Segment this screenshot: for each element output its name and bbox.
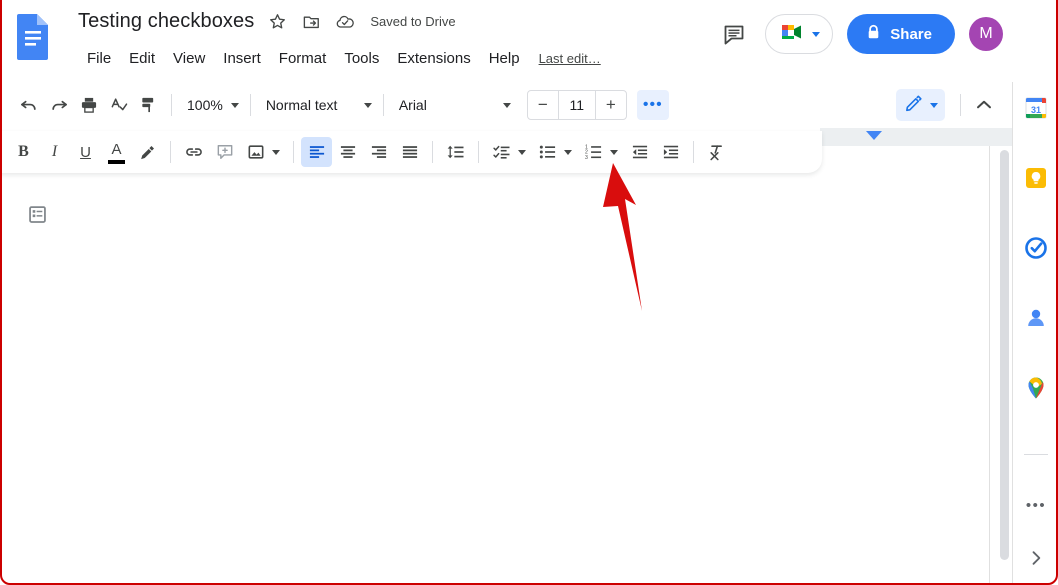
decrease-indent-button[interactable] (624, 137, 655, 167)
chevron-down-icon[interactable] (930, 103, 938, 108)
document-title[interactable]: Testing checkboxes (78, 10, 254, 33)
apps-sidebar: 31 (1012, 82, 1058, 585)
font-family-control[interactable]: Arial (391, 90, 515, 120)
chevron-down-icon (364, 103, 372, 108)
italic-button[interactable]: I (39, 137, 70, 167)
format-toolbar: B I U A (0, 131, 822, 173)
google-calendar-icon[interactable]: 31 (1022, 94, 1050, 122)
font-size-increase-button[interactable]: + (596, 91, 626, 119)
user-avatar[interactable]: M (969, 17, 1003, 51)
indent-marker-icon[interactable] (866, 131, 882, 140)
italic-label: I (52, 143, 57, 161)
comment-history-icon[interactable] (717, 17, 751, 51)
google-contacts-icon[interactable] (1022, 304, 1050, 332)
align-left-button[interactable] (301, 137, 332, 167)
text-color-label: A (111, 141, 121, 158)
numbered-list-chevron-down-icon[interactable] (610, 150, 618, 155)
share-label: Share (890, 26, 932, 43)
star-icon[interactable] (266, 11, 288, 33)
cloud-saved-icon[interactable] (334, 11, 356, 33)
menu-format[interactable]: Format (270, 48, 336, 69)
bulleted-list-chevron-down-icon[interactable] (564, 150, 572, 155)
paragraph-style-value: Normal text (266, 97, 338, 113)
google-meet-button[interactable] (765, 14, 833, 54)
checklist-button[interactable] (486, 137, 517, 167)
font-size-decrease-button[interactable]: − (528, 91, 558, 119)
menu-extensions[interactable]: Extensions (388, 48, 479, 69)
last-edit-link[interactable]: Last edit… (539, 51, 601, 66)
menu-bar: File Edit View Insert Format Tools Exten… (78, 48, 601, 69)
bold-label: B (18, 143, 29, 161)
zoom-control[interactable]: 100% (179, 90, 243, 120)
underline-label: U (80, 144, 91, 161)
numbered-list-button[interactable]: 1 2 3 (578, 137, 609, 167)
sidebar-more-button[interactable]: ••• (1022, 494, 1050, 516)
insert-image-button[interactable] (240, 137, 271, 167)
menu-file[interactable]: File (78, 48, 120, 69)
font-size-input[interactable]: 11 (558, 91, 596, 119)
google-maps-icon[interactable] (1022, 374, 1050, 402)
chevron-down-icon[interactable] (812, 32, 820, 37)
menu-view[interactable]: View (164, 48, 214, 69)
increase-indent-button[interactable] (655, 137, 686, 167)
bulleted-list-button[interactable] (532, 137, 563, 167)
underline-button[interactable]: U (70, 137, 101, 167)
align-center-button[interactable] (332, 137, 363, 167)
insert-link-button[interactable] (178, 137, 209, 167)
highlight-color-button[interactable] (132, 137, 163, 167)
text-color-button[interactable]: A (101, 137, 132, 167)
sidebar-expand-button[interactable] (1022, 544, 1050, 572)
save-status-text: Saved to Drive (370, 14, 455, 29)
checklist-chevron-down-icon[interactable] (518, 150, 526, 155)
document-canvas (0, 128, 1012, 585)
google-meet-icon (779, 21, 805, 48)
more-toolbar-options-button[interactable]: ••• (637, 90, 669, 120)
paint-format-icon[interactable] (134, 90, 164, 120)
document-outline-icon[interactable] (25, 202, 49, 226)
bold-button[interactable]: B (8, 137, 39, 167)
google-tasks-icon[interactable] (1022, 234, 1050, 262)
align-right-button[interactable] (363, 137, 394, 167)
title-row: Testing checkboxes Saved to Drive (78, 10, 456, 33)
clear-formatting-button[interactable] (701, 137, 732, 167)
menu-edit[interactable]: Edit (120, 48, 164, 69)
pencil-icon (904, 93, 924, 118)
move-to-folder-icon[interactable] (300, 11, 322, 33)
collapse-toolbar-button[interactable] (968, 89, 1000, 121)
text-color-swatch (108, 160, 125, 164)
insert-image-chevron-down-icon[interactable] (272, 150, 280, 155)
share-button[interactable]: Share (847, 14, 955, 54)
docs-logo-icon[interactable] (14, 12, 52, 62)
header-bar: Testing checkboxes Saved to Drive (0, 0, 1012, 82)
document-scrollbar[interactable] (998, 146, 1010, 585)
google-keep-icon[interactable] (1022, 164, 1050, 192)
header-actions: Share M (717, 14, 1012, 54)
align-justify-button[interactable] (394, 137, 425, 167)
menu-tools[interactable]: Tools (335, 48, 388, 69)
sidebar-divider (1024, 454, 1048, 455)
google-docs-window: Testing checkboxes Saved to Drive (0, 0, 1058, 585)
menu-insert[interactable]: Insert (214, 48, 270, 69)
spellcheck-icon[interactable] (104, 90, 134, 120)
add-comment-button[interactable] (209, 137, 240, 167)
font-family-value: Arial (399, 97, 427, 113)
line-spacing-button[interactable] (440, 137, 471, 167)
font-size-stepper: − 11 + (527, 90, 627, 120)
print-icon[interactable] (74, 90, 104, 120)
main-toolbar: 100% Normal text Arial − 11 + ••• (0, 82, 1012, 128)
chevron-down-icon (503, 103, 511, 108)
redo-icon[interactable] (44, 90, 74, 120)
svg-text:3: 3 (585, 155, 588, 161)
menu-help[interactable]: Help (480, 48, 529, 69)
scrollbar-thumb[interactable] (1000, 150, 1009, 560)
chevron-down-icon (231, 103, 239, 108)
lock-icon (866, 24, 881, 44)
zoom-value: 100% (187, 97, 223, 113)
paragraph-style-control[interactable]: Normal text (258, 90, 376, 120)
svg-text:31: 31 (1031, 105, 1041, 115)
document-page[interactable] (0, 146, 990, 585)
undo-icon[interactable] (14, 90, 44, 120)
editing-mode-button[interactable] (896, 89, 945, 121)
